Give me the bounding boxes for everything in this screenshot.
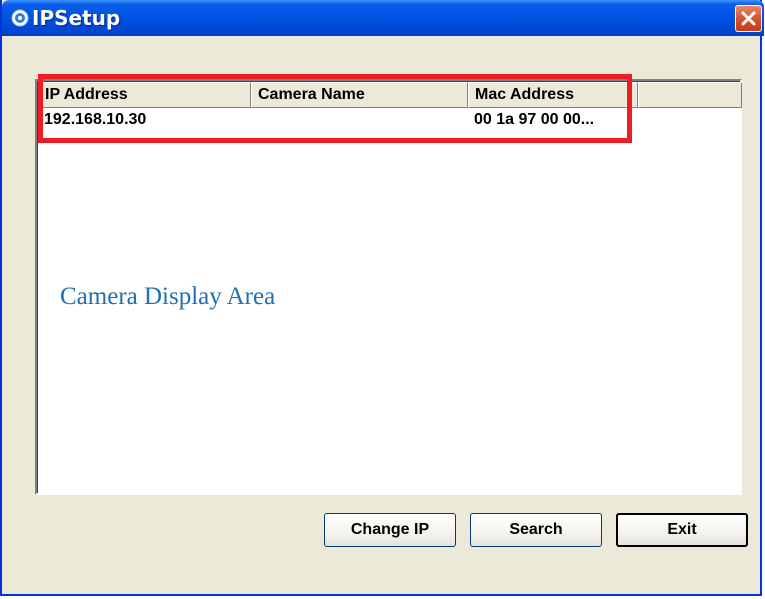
change-ip-button[interactable]: Change IP (324, 513, 456, 547)
list-header: IP Address Camera Name Mac Address (38, 82, 742, 108)
column-header-empty[interactable] (638, 82, 742, 108)
column-header-mac-address[interactable]: Mac Address (468, 82, 638, 108)
cell-camera-name (251, 109, 474, 131)
close-button[interactable] (735, 5, 762, 32)
column-header-camera-name[interactable]: Camera Name (251, 82, 468, 108)
window-title: IPSetup (32, 6, 121, 30)
column-header-ip-address[interactable]: IP Address (38, 82, 251, 108)
cell-mac-address: 00 1a 97 00 00... (474, 111, 595, 128)
search-button[interactable]: Search (470, 513, 602, 547)
app-icon (11, 9, 29, 27)
cell-ip-address: 192.168.10.30 (44, 111, 147, 128)
title-bar[interactable]: IPSetup (2, 0, 764, 36)
close-icon (741, 11, 756, 26)
ipsetup-window: IPSetup IP Address Camera Name Mac Addre… (0, 0, 764, 596)
exit-button[interactable]: Exit (616, 513, 748, 547)
table-row[interactable]: 192.168.10.30 00 1a 97 00 00... (38, 109, 742, 131)
camera-display-area-label: Camera Display Area (60, 283, 276, 311)
